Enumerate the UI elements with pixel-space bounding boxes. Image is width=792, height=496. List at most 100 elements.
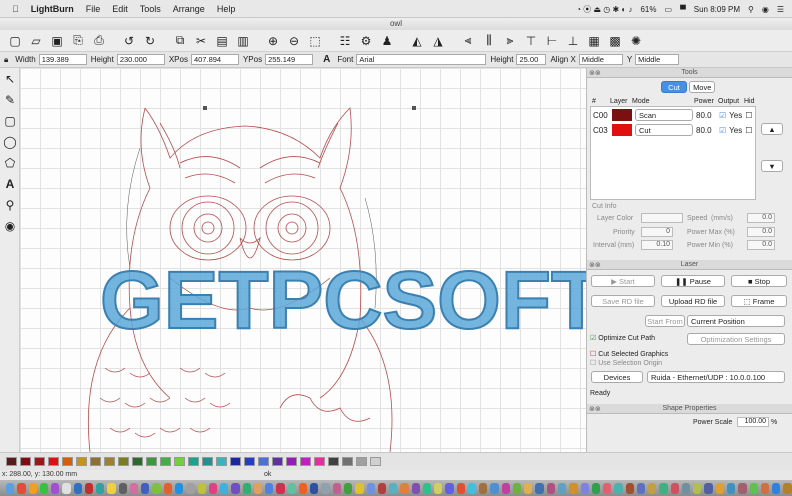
dock-app-icon[interactable] bbox=[377, 482, 387, 494]
dock-app-icon[interactable] bbox=[242, 482, 251, 494]
import-icon[interactable]: ⎘ bbox=[69, 32, 87, 50]
dock-app-icon[interactable] bbox=[389, 482, 398, 494]
text-icon[interactable]: A bbox=[0, 173, 20, 194]
hide-checkbox-icon[interactable]: ☐ bbox=[745, 126, 752, 135]
dock-app-icon[interactable] bbox=[670, 482, 679, 494]
align-right-icon[interactable]: ⫸ bbox=[501, 32, 519, 50]
dock-app-icon[interactable] bbox=[400, 482, 409, 494]
mode-select[interactable]: Cut bbox=[635, 124, 693, 136]
dock-app-icon[interactable] bbox=[467, 482, 477, 494]
dock-app-icon[interactable] bbox=[727, 482, 736, 494]
dock-app-icon[interactable] bbox=[343, 482, 353, 494]
optimize-checkbox[interactable]: ☑ Optimize Cut Path bbox=[590, 334, 655, 342]
machine-settings-icon[interactable]: ⚙ bbox=[357, 32, 375, 50]
palette-swatch[interactable] bbox=[300, 457, 311, 466]
layer-color-swatch[interactable] bbox=[612, 124, 632, 136]
palette-swatch[interactable] bbox=[104, 457, 115, 466]
paste-icon[interactable]: ▤ bbox=[213, 32, 231, 50]
open-folder-icon[interactable]: ▱ bbox=[27, 32, 45, 50]
dock-app-icon[interactable] bbox=[681, 482, 691, 494]
user-icon[interactable]: ◉ bbox=[762, 5, 769, 14]
zoom-frame-icon[interactable]: ⬚ bbox=[306, 32, 324, 50]
frame-button[interactable]: ⬚ Frame bbox=[731, 295, 787, 307]
export-icon[interactable]: ⎙ bbox=[90, 32, 108, 50]
dock-app-icon[interactable] bbox=[715, 482, 724, 494]
dock-app-icon[interactable] bbox=[73, 482, 82, 494]
palette-swatch[interactable] bbox=[244, 457, 255, 466]
dock-app-icon[interactable] bbox=[332, 482, 341, 494]
dock-app-icon[interactable] bbox=[253, 482, 263, 494]
mirror-vertical-icon[interactable]: ◮ bbox=[429, 32, 447, 50]
select-arrow-icon[interactable]: ↖ bbox=[0, 68, 20, 89]
dock-app-icon[interactable] bbox=[603, 482, 612, 494]
dock-app-icon[interactable] bbox=[118, 482, 127, 494]
dock-app-icon[interactable] bbox=[422, 482, 432, 494]
output-checkbox-icon[interactable]: ☑ bbox=[719, 126, 726, 135]
power-min-field[interactable]: 0.0 bbox=[747, 240, 775, 250]
close-panel-icon[interactable]: ⊗⊗ bbox=[589, 69, 601, 79]
dock-app-icon[interactable] bbox=[276, 482, 285, 494]
palette-swatch[interactable] bbox=[272, 457, 283, 466]
start-from-select[interactable]: Current Position bbox=[687, 315, 785, 327]
width-input[interactable]: 139.389 bbox=[38, 54, 87, 65]
palette-swatch[interactable] bbox=[132, 457, 143, 466]
new-file-icon[interactable]: ▢ bbox=[6, 32, 24, 50]
menu-tools[interactable]: Tools bbox=[140, 4, 161, 14]
dock-app-icon[interactable] bbox=[546, 482, 556, 494]
dock-app-icon[interactable] bbox=[84, 482, 94, 494]
dock-app-icon[interactable] bbox=[501, 482, 510, 494]
tab-move[interactable]: Move bbox=[689, 81, 716, 93]
dock-app-icon[interactable] bbox=[107, 482, 116, 494]
table-row[interactable]: C00 Scan 80.0 ☑ Yes ☐ bbox=[593, 109, 752, 121]
copy-icon[interactable]: ⧉ bbox=[171, 32, 189, 50]
align-bottom-icon[interactable]: ⊥ bbox=[564, 32, 582, 50]
zoom-out-icon[interactable]: ⊖ bbox=[285, 32, 303, 50]
dock-app-icon[interactable] bbox=[28, 482, 37, 494]
palette-swatch[interactable] bbox=[230, 457, 241, 466]
close-panel-icon[interactable]: ⊗⊗ bbox=[589, 405, 601, 415]
battery-level[interactable]: 61% bbox=[640, 5, 656, 14]
dock-app-icon[interactable] bbox=[490, 482, 499, 494]
dock-app-icon[interactable] bbox=[152, 482, 161, 494]
edit-pen-icon[interactable]: ✎ bbox=[0, 89, 20, 110]
menubar-status-icons[interactable]: ◔ ⦿ ⏏ ◷ ✱ ◐ ♪ bbox=[576, 4, 632, 15]
palette-swatch[interactable] bbox=[146, 457, 157, 466]
align-left-icon[interactable]: ⫷ bbox=[459, 32, 477, 50]
menu-edit[interactable]: Edit bbox=[112, 4, 128, 14]
priority-field[interactable]: 0 bbox=[641, 227, 673, 237]
speed-field[interactable]: 0.0 bbox=[747, 213, 775, 223]
dock-app-icon[interactable] bbox=[17, 482, 26, 494]
battery-icon[interactable]: ▭ bbox=[665, 5, 673, 14]
circular-array-icon[interactable]: ✺ bbox=[627, 32, 645, 50]
hide-checkbox-icon[interactable]: ☐ bbox=[745, 111, 752, 120]
dock-app-icon[interactable] bbox=[456, 482, 465, 494]
dock-app-icon[interactable] bbox=[51, 482, 60, 494]
dock-app-icon[interactable] bbox=[648, 482, 657, 494]
zoom-in-icon[interactable]: ⊕ bbox=[264, 32, 282, 50]
menu-file[interactable]: File bbox=[86, 4, 101, 14]
optimization-settings-button[interactable]: Optimization Settings bbox=[687, 333, 785, 345]
dock-app-icon[interactable] bbox=[366, 482, 375, 494]
cut-selected-checkbox[interactable]: ☐ Cut Selected Graphics bbox=[590, 350, 668, 358]
palette-swatch[interactable] bbox=[34, 457, 45, 466]
dock-app-icon[interactable] bbox=[704, 482, 713, 494]
dock-app-icon[interactable] bbox=[693, 482, 702, 494]
dock-app-icon[interactable] bbox=[760, 482, 770, 494]
dock-app-icon[interactable] bbox=[783, 482, 792, 494]
clock[interactable]: Sun 8:09 PM bbox=[694, 5, 740, 14]
dock-app-icon[interactable] bbox=[659, 482, 668, 494]
dock-app-icon[interactable] bbox=[186, 482, 195, 494]
use-origin-checkbox[interactable]: ☐ Use Selection Origin bbox=[590, 359, 662, 367]
menu-arrange[interactable]: Arrange bbox=[173, 4, 205, 14]
dock-app-icon[interactable] bbox=[163, 482, 172, 494]
device-select[interactable]: Ruida - Ethernet/UDP : 10.0.0.100 bbox=[647, 371, 785, 383]
dock-app-icon[interactable] bbox=[738, 482, 747, 494]
palette-swatch[interactable] bbox=[90, 457, 101, 466]
palette-swatch[interactable] bbox=[202, 457, 213, 466]
palette-swatch[interactable] bbox=[342, 457, 353, 466]
dock-app-icon[interactable] bbox=[411, 482, 420, 494]
dock-app-icon[interactable] bbox=[129, 482, 139, 494]
align-center-icon[interactable]: ⫼ bbox=[480, 32, 498, 50]
table-row[interactable]: C03 Cut 80.0 ☑ Yes ☐ bbox=[593, 124, 752, 136]
dock-app-icon[interactable] bbox=[141, 482, 150, 494]
